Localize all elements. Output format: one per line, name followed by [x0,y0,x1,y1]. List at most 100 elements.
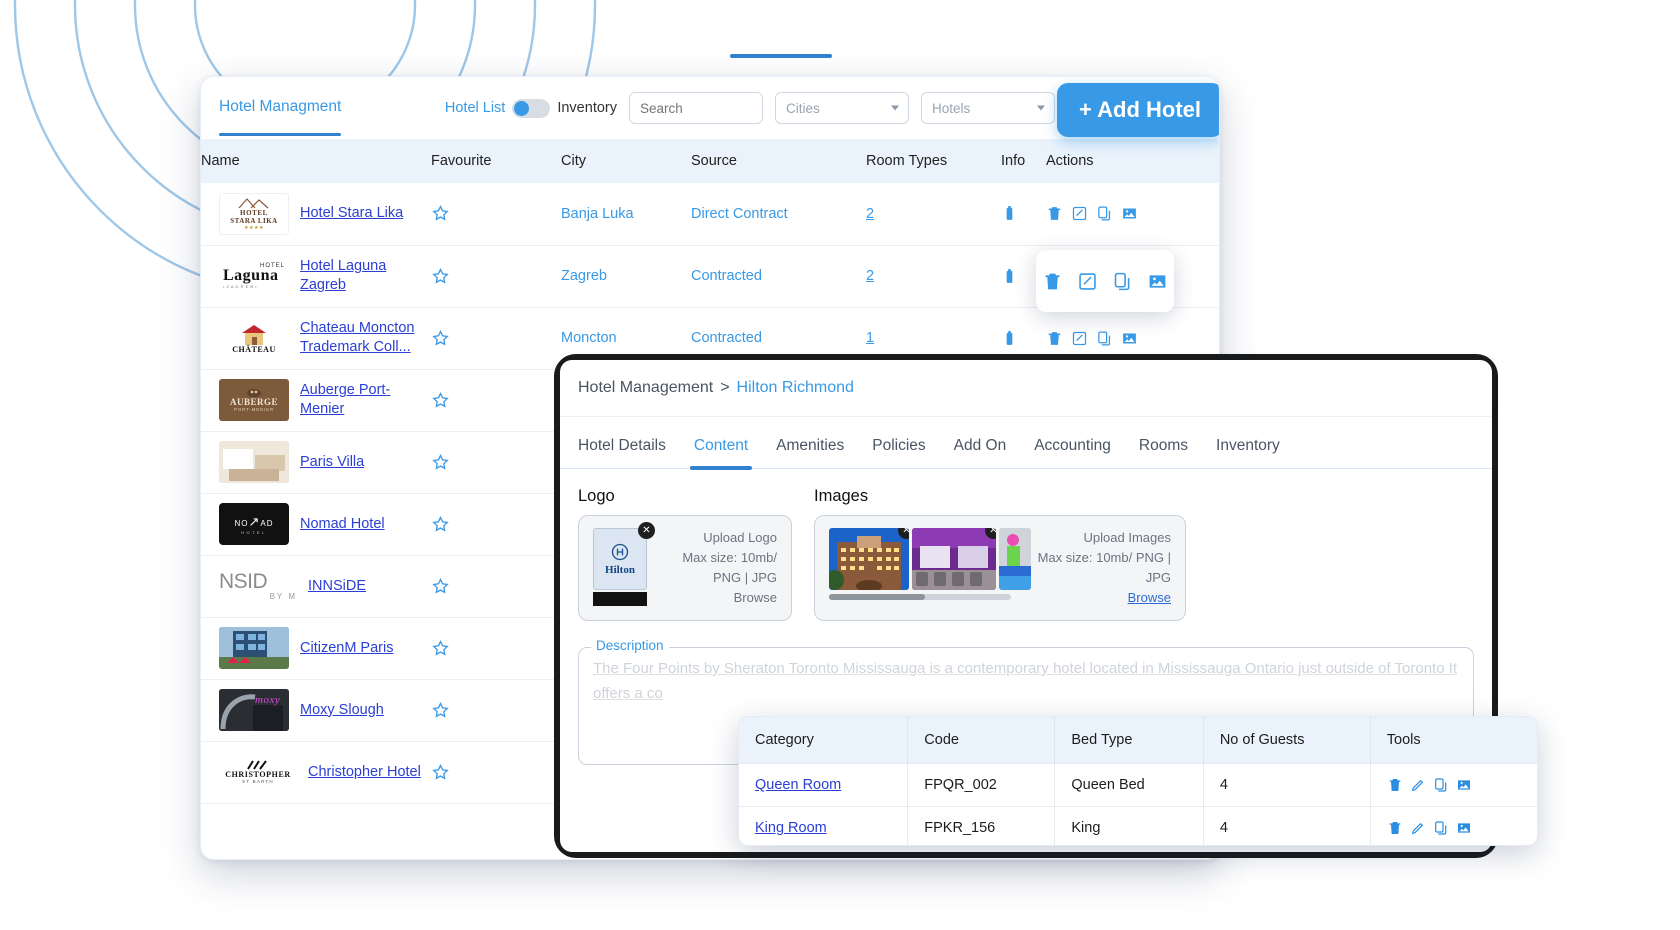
cell-room-types[interactable]: 2 [866,245,1001,308]
images-upload-box[interactable]: ✕ ✕ [814,515,1186,621]
cell-source[interactable]: Contracted [691,245,866,308]
copy-icon[interactable] [1112,271,1133,292]
cell-city[interactable]: Zagreb [561,245,691,308]
tab-add-on[interactable]: Add On [954,437,1007,469]
star-icon[interactable] [431,204,450,223]
image-icon[interactable] [1121,330,1138,347]
star-icon[interactable] [431,329,450,348]
tab-policies[interactable]: Policies [872,437,925,469]
cell-source[interactable]: Direct Contract [691,183,866,246]
images-section-title: Images [814,487,869,505]
hotel-name-link[interactable]: INNSiDE [308,577,366,596]
logo-browse-link[interactable]: Browse [682,588,777,608]
cell-favourite[interactable] [431,741,561,804]
star-icon[interactable] [431,763,450,782]
delete-icon[interactable] [1046,330,1063,347]
logo-upload-box[interactable]: Hilton ✕ Upload Logo Max size: 10mb/ PNG… [578,515,792,621]
search-input[interactable] [629,92,763,124]
cities-select[interactable]: Cities [775,92,909,124]
cell-city[interactable]: Banja Luka [561,183,691,246]
room-types-count-link[interactable]: 1 [866,330,874,346]
image-icon[interactable] [1456,777,1472,793]
add-hotel-button[interactable]: + Add Hotel [1056,83,1219,137]
room-category-link[interactable]: King Room [755,820,827,836]
image-icon[interactable] [1147,271,1168,292]
star-icon[interactable] [431,391,450,410]
room-types-count-link[interactable]: 2 [866,206,874,222]
cell-favourite[interactable] [431,679,561,742]
room-types-count-link[interactable]: 2 [866,268,874,284]
image-thumbnail[interactable] [999,528,1031,590]
tab-hotel-management[interactable]: Hotel Managment [219,80,342,136]
cell-favourite[interactable] [431,183,561,246]
edit-icon[interactable] [1071,205,1088,222]
hotel-name-link[interactable]: CitizenM Paris [300,639,393,658]
copy-icon[interactable] [1433,820,1449,836]
hotel-name-link[interactable]: Paris Villa [300,453,364,472]
tab-rooms[interactable]: Rooms [1139,437,1188,469]
edit-icon[interactable] [1077,271,1098,292]
hotels-select[interactable]: Hotels [921,92,1055,124]
tab-accounting[interactable]: Accounting [1034,437,1111,469]
delete-icon[interactable] [1042,271,1063,292]
tab-amenities[interactable]: Amenities [776,437,844,469]
edit-icon[interactable] [1410,777,1426,793]
delete-icon[interactable] [1387,777,1403,793]
image-thumbnail[interactable]: ✕ [829,528,909,590]
star-icon[interactable] [431,577,450,596]
images-browse-link[interactable]: Browse [1038,588,1171,608]
tab-inventory[interactable]: Inventory [1216,437,1280,469]
images-scrollbar[interactable] [829,594,1011,600]
image-thumbnail[interactable]: ✕ [912,528,996,590]
room-category-link[interactable]: Queen Room [755,777,841,793]
hotel-name-link[interactable]: Hotel Stara Lika [300,204,403,223]
edit-icon[interactable] [1410,820,1426,836]
edit-icon[interactable] [1071,330,1088,347]
delete-icon[interactable] [1046,205,1063,222]
cell-favourite[interactable] [431,245,561,308]
table-row[interactable]: HOTEL STARA LIKA ★★★★ Hotel Stara Lika Banja… [201,183,1219,246]
toggle-switch[interactable] [512,98,551,118]
cell-favourite[interactable] [431,555,561,618]
info-icon[interactable] [1001,205,1018,222]
rt-cell-category[interactable]: King Room [739,806,909,845]
star-icon[interactable] [431,453,450,472]
copy-icon[interactable] [1096,330,1113,347]
hotel-list-inventory-toggle[interactable]: Hotel List Inventory [445,98,617,118]
cell-favourite[interactable] [431,307,561,370]
delete-icon[interactable] [1387,820,1403,836]
rt-cell-category[interactable]: Queen Room [739,763,909,807]
copy-icon[interactable] [1433,777,1449,793]
star-icon[interactable] [431,515,450,534]
room-type-row[interactable]: Queen Room FPQR_002 Queen Bed 4 [739,763,1537,807]
hotel-name-link[interactable]: Christopher Hotel [308,763,421,782]
rt-cell-guests: 4 [1203,806,1371,845]
star-icon[interactable] [431,267,450,286]
cell-favourite[interactable] [431,369,561,432]
logo-thumbnail[interactable]: Hilton [593,528,647,590]
description-text[interactable]: The Four Points by Sheraton Toronto Miss… [593,657,1459,707]
hotel-name-link[interactable]: Nomad Hotel [300,515,385,534]
info-icon[interactable] [1001,330,1018,347]
cell-favourite[interactable] [431,431,561,494]
cell-favourite[interactable] [431,617,561,680]
hotel-name-link[interactable]: Auberge Port-Menier [300,381,420,418]
tab-content[interactable]: Content [689,437,753,470]
info-icon[interactable] [1001,268,1018,285]
star-icon[interactable] [431,639,450,658]
remove-logo-icon[interactable]: ✕ [638,522,655,539]
tab-hotel-details[interactable]: Hotel Details [578,437,666,469]
cell-room-types[interactable]: 2 [866,183,1001,246]
hotel-name-link[interactable]: Hotel Laguna Zagreb [300,257,420,294]
image-icon[interactable] [1456,820,1472,836]
hotel-name-link[interactable]: Chateau Moncton Trademark Coll... [300,319,420,356]
hotel-name-link[interactable]: Moxy Slough [300,701,384,720]
breadcrumb-root[interactable]: Hotel Management [578,379,713,397]
image-icon[interactable] [1121,205,1138,222]
star-icon[interactable] [431,701,450,720]
images-scrollbar-thumb[interactable] [829,594,925,600]
cell-favourite[interactable] [431,493,561,556]
copy-icon[interactable] [1096,205,1113,222]
cell-info[interactable] [1001,183,1046,246]
room-type-row[interactable]: King Room FPKR_156 King 4 [739,806,1537,845]
